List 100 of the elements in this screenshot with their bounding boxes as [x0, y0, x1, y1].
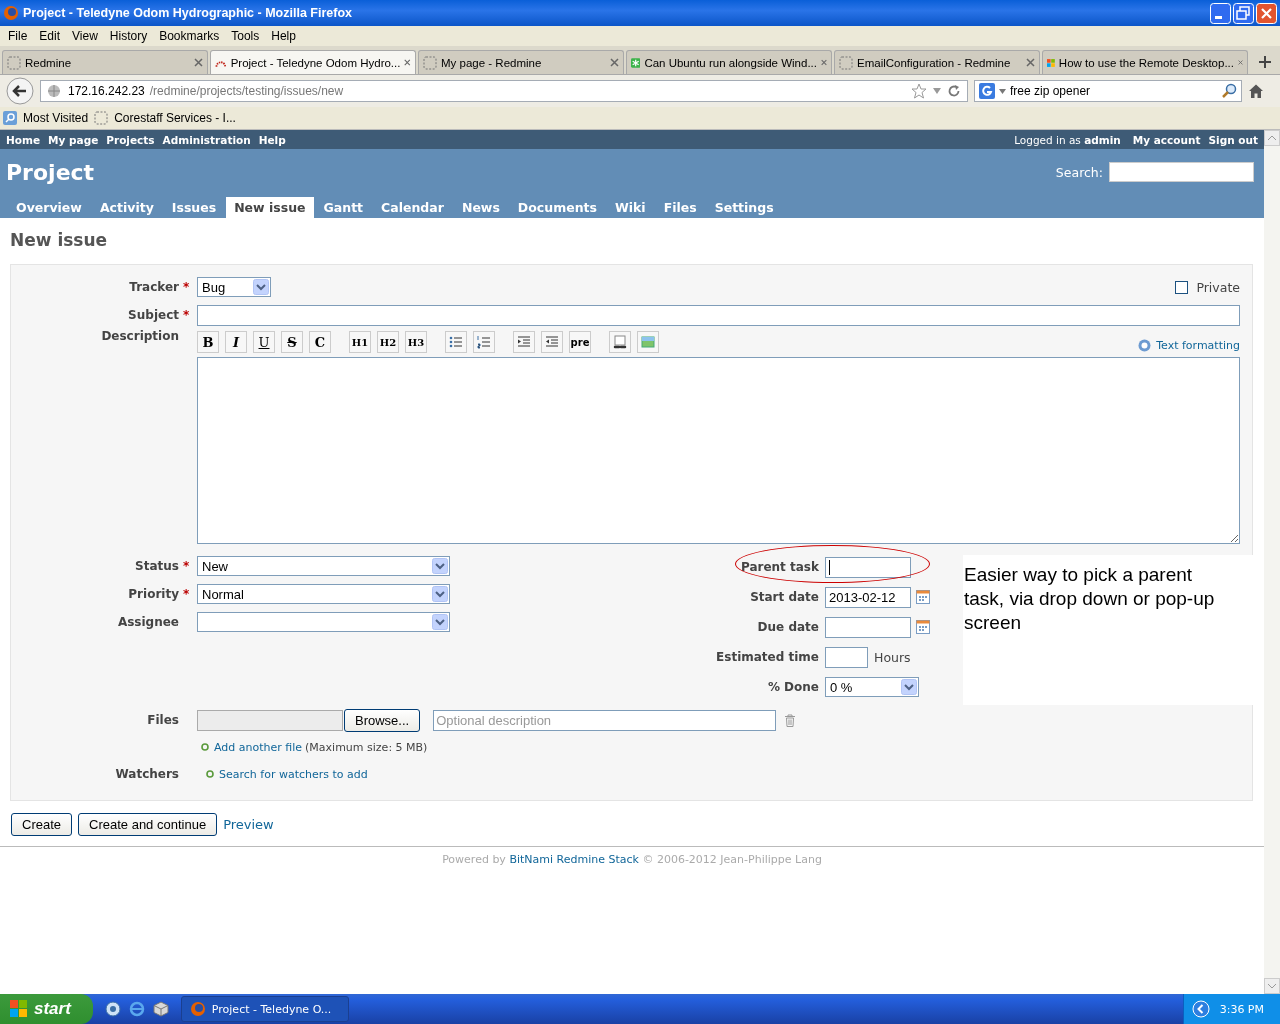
- star-icon[interactable]: [911, 83, 927, 99]
- browser-tab[interactable]: Can Ubuntu run alongside Wind...: [626, 50, 832, 74]
- dropdown-field[interactable]: [197, 612, 450, 632]
- close-icon[interactable]: [1237, 58, 1243, 67]
- footer-link[interactable]: BitNami Redmine Stack: [509, 853, 639, 866]
- project-tab[interactable]: Documents: [509, 197, 605, 218]
- menu-item[interactable]: Bookmarks: [153, 27, 226, 45]
- project-tab[interactable]: Calendar: [373, 197, 452, 218]
- address-bar[interactable]: 172.16.242.23 /redmine/projects/testing/issues/new: [40, 80, 968, 102]
- home-icon[interactable]: [1248, 83, 1264, 99]
- search-icon[interactable]: [1221, 83, 1237, 99]
- scroll-down-icon[interactable]: [1264, 978, 1280, 994]
- required-mark: *: [183, 559, 191, 573]
- top-menu-link[interactable]: Help: [258, 133, 286, 146]
- description-field[interactable]: [197, 357, 1240, 544]
- project-tab[interactable]: New issue: [226, 197, 314, 218]
- code-button[interactable]: C: [309, 331, 331, 353]
- hours-field[interactable]: [825, 646, 868, 668]
- project-tab[interactable]: Settings: [706, 197, 782, 218]
- top-menu-link[interactable]: Home: [6, 133, 41, 146]
- browser-tab[interactable]: How to use the Remote Desktop...: [1042, 50, 1248, 74]
- dropdown-icon[interactable]: [999, 88, 1006, 94]
- strikethrough-button[interactable]: S: [281, 331, 303, 353]
- numbered-list-icon[interactable]: [473, 331, 495, 353]
- submit-button[interactable]: Create: [11, 813, 73, 836]
- italic-button[interactable]: I: [225, 331, 247, 353]
- menu-item[interactable]: Tools: [225, 27, 266, 45]
- heading-button[interactable]: H2: [377, 331, 399, 353]
- trash-icon[interactable]: [784, 713, 797, 727]
- browser-tab[interactable]: Project - Teledyne Odom Hydro...: [210, 50, 416, 74]
- private-checkbox[interactable]: [1175, 280, 1189, 294]
- add-file-link[interactable]: Add another file: [214, 740, 303, 754]
- project-tab[interactable]: News: [453, 197, 508, 218]
- done-select[interactable]: 0 %: [825, 677, 919, 697]
- account-link[interactable]: My account: [1132, 133, 1201, 146]
- dropdown-field[interactable]: Normal: [197, 584, 450, 604]
- project-tab[interactable]: Gantt: [315, 197, 372, 218]
- taskbar-window-button[interactable]: Project - Teledyne O...: [180, 996, 349, 1022]
- text-formatting-link[interactable]: Text formatting: [1138, 338, 1240, 352]
- dropdown-field[interactable]: New: [197, 556, 450, 576]
- top-menu-link[interactable]: My page: [48, 133, 99, 146]
- project-tab[interactable]: Issues: [163, 197, 225, 218]
- bookmark-item[interactable]: Corestaff Services - I...: [94, 111, 236, 125]
- project-tab[interactable]: Wiki: [606, 197, 654, 218]
- heading-button[interactable]: H1: [349, 331, 371, 353]
- maximize-icon[interactable]: [1233, 2, 1254, 24]
- file-path-field[interactable]: [197, 709, 343, 731]
- image-icon[interactable]: [637, 331, 659, 353]
- top-menu-link[interactable]: Administration: [162, 133, 251, 146]
- outdent-icon[interactable]: [541, 331, 563, 353]
- new-tab-icon[interactable]: [1258, 55, 1272, 69]
- date-field[interactable]: 2013-02-12: [825, 586, 911, 608]
- tracker-select[interactable]: Bug: [197, 277, 271, 297]
- cube-icon[interactable]: [152, 1001, 169, 1017]
- minimize-icon[interactable]: [1210, 2, 1231, 24]
- browser-tab[interactable]: Redmine: [2, 50, 208, 74]
- dropdown-icon[interactable]: [932, 87, 942, 95]
- calendar-icon[interactable]: [916, 590, 930, 604]
- menu-item[interactable]: File: [2, 27, 34, 45]
- close-icon[interactable]: [404, 58, 411, 67]
- reload-icon[interactable]: [947, 84, 961, 98]
- menu-item[interactable]: Help: [265, 27, 302, 45]
- heading-button[interactable]: H3: [405, 331, 427, 353]
- menu-item[interactable]: History: [103, 27, 154, 45]
- preformatted-button[interactable]: pre: [569, 331, 591, 353]
- search-field[interactable]: free zip opener: [974, 80, 1242, 102]
- project-tab[interactable]: Overview: [8, 197, 90, 218]
- account-link[interactable]: Sign out: [1208, 133, 1258, 146]
- windows-logo-icon: [10, 1000, 28, 1018]
- browse-button[interactable]: Browse...: [344, 708, 421, 732]
- search-field[interactable]: [1109, 162, 1254, 182]
- bookmark-item[interactable]: Most Visited: [3, 111, 89, 125]
- bold-button[interactable]: B: [197, 331, 219, 353]
- bulleted-list-icon[interactable]: [445, 331, 467, 353]
- project-tab[interactable]: Files: [655, 197, 705, 218]
- browser-tab[interactable]: EmailConfiguration - Redmine: [834, 50, 1040, 74]
- close-icon[interactable]: [821, 58, 827, 67]
- submit-button[interactable]: Create and continue: [78, 813, 218, 836]
- top-menu-link[interactable]: Projects: [106, 133, 155, 146]
- project-tab[interactable]: Activity: [91, 197, 162, 218]
- close-icon[interactable]: [194, 58, 203, 67]
- start-button[interactable]: start: [0, 994, 93, 1024]
- underline-button[interactable]: U: [253, 331, 275, 353]
- close-icon[interactable]: [610, 58, 619, 67]
- search-watchers-link[interactable]: Search for watchers to add: [219, 767, 368, 781]
- indent-icon[interactable]: [513, 331, 535, 353]
- subject-field[interactable]: [197, 304, 1240, 326]
- menu-item[interactable]: View: [66, 27, 104, 45]
- close-icon[interactable]: [1026, 58, 1035, 67]
- parent-task-field[interactable]: [825, 556, 911, 578]
- chevron-icon[interactable]: [1191, 1000, 1210, 1018]
- preview-link[interactable]: Preview: [223, 817, 274, 832]
- menu-item[interactable]: Edit: [33, 27, 67, 45]
- description-field[interactable]: Optional description: [433, 709, 777, 731]
- scrollbar[interactable]: [1264, 130, 1280, 994]
- browser-tab[interactable]: My page - Redmine: [418, 50, 624, 74]
- calendar-icon[interactable]: [916, 620, 930, 634]
- date-field[interactable]: [825, 616, 911, 638]
- scroll-up-icon[interactable]: [1264, 130, 1280, 146]
- back-icon[interactable]: [6, 77, 34, 105]
